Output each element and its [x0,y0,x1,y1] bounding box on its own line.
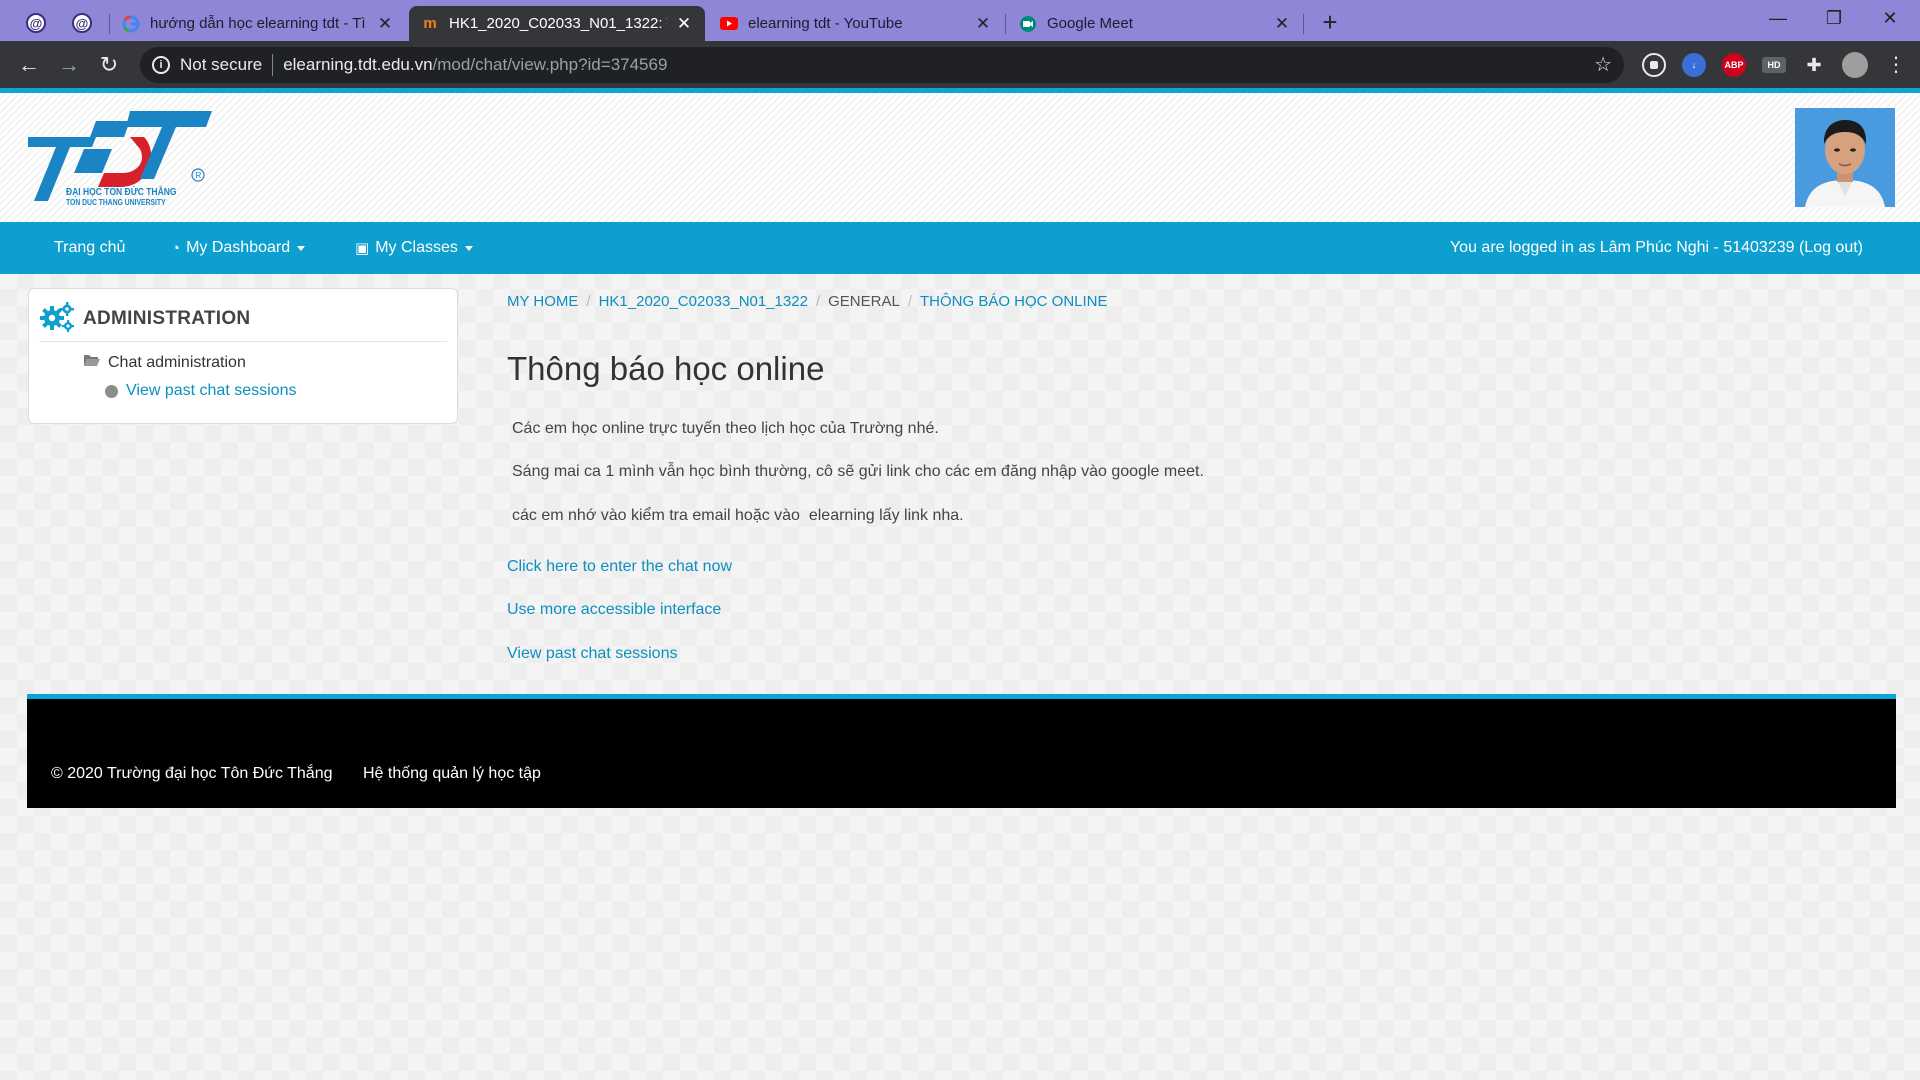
close-tab-icon[interactable]: ✕ [974,14,992,34]
tab-title: hướng dẫn học elearning tdt - Tì [150,15,366,32]
forward-arrow-icon[interactable]: → [53,49,85,81]
new-tab-button[interactable]: + [1314,7,1346,39]
browser-tab[interactable]: hướng dẫn học elearning tdt - Tì ✕ [110,6,406,41]
info-icon[interactable]: i [152,56,170,74]
login-info[interactable]: You are logged in as Lâm Phúc Nghi - 514… [1450,222,1863,274]
site-header: R ĐẠI HỌC TÔN ĐỨC THẮNG TON DUC THANG UN… [0,93,1920,222]
nav-my-dashboard[interactable]: ◔ My Dashboard [171,222,306,274]
moodle-icon: m [423,15,437,32]
google-icon [122,15,140,33]
view-past-chat-sessions-main-link[interactable]: View past chat sessions [507,645,677,663]
window-close-button[interactable]: ✕ [1864,0,1916,36]
enter-chat-link[interactable]: Click here to enter the chat now [507,558,732,576]
extensions-puzzle-icon[interactable]: ✚ [1802,53,1826,77]
close-tab-icon[interactable]: ✕ [376,14,394,34]
url-path: /mod/chat/view.php?id=374569 [432,55,668,74]
tab-divider [1005,14,1006,34]
browser-tab[interactable]: elearning tdt - YouTube ✕ [708,6,1004,41]
browser-tab[interactable]: Google Meet ✕ [1007,6,1303,41]
accessible-interface-link[interactable]: Use more accessible interface [507,601,721,619]
breadcrumb-divider: / [907,293,912,310]
block-header: ADMINISTRATION [39,297,447,342]
logo-text-vi: ĐẠI HỌC TÔN ĐỨC THẮNG [66,187,177,198]
block-title: ADMINISTRATION [83,308,251,329]
address-divider [272,54,274,76]
logo-text-en: TON DUC THANG UNIVERSITY [66,198,166,207]
breadcrumb-divider: / [586,293,591,310]
breadcrumb-divider: / [815,293,821,310]
browser-toolbar: ← → ↻ i Not secure elearning.tdt.edu.vn /… [0,41,1920,88]
intro-paragraph: Sáng mai ca 1 mình vẫn học bình thường, … [512,463,1204,480]
hd-extension-icon[interactable]: HD [1762,57,1786,73]
browser-tab-active[interactable]: m HK1_2020_C02033_N01_1322: Th ✕ [409,6,705,41]
tab-title: HK1_2020_C02033_N01_1322: Th [449,15,667,32]
restore-button[interactable]: ❐ [1808,0,1860,36]
bullet-icon [105,384,118,398]
browser-tab-strip: @ @ hướng dẫn học elearning tdt - Tì ✕ m… [0,0,1920,41]
cast-extension-icon[interactable] [1642,53,1666,77]
tdt-logo[interactable]: R ĐẠI HỌC TÔN ĐỨC THẮNG TON DUC THANG UN… [26,107,216,211]
main-navbar: Trang chủ ◔ My Dashboard ▣ My Classes Yo… [0,222,1920,274]
caret-down-icon [297,245,306,251]
chat-administration-node[interactable]: Chat administration [83,353,246,372]
tab-title: Google Meet [1047,15,1133,32]
breadcrumb: MY HOME / HK1_2020_C02033_N01_1322 / GEN… [507,293,1108,310]
caret-down-icon [464,245,473,251]
page-title: Thông báo học online [507,350,825,387]
nav-my-classes-label: My Classes [375,239,458,256]
intro-paragraph: Các em học online trực tuyến theo lịch h… [512,420,939,437]
gears-icon [39,301,75,338]
bookmark-star-icon[interactable]: ☆ [1594,52,1612,77]
breadcrumb-course[interactable]: HK1_2020_C02033_N01_1322 [599,293,808,310]
administration-block: ADMINISTRATION Chat administration View … [28,288,458,424]
download-extension-icon[interactable]: ↓ [1682,53,1706,77]
breadcrumb-general: GENERAL [828,293,900,310]
dashboard-icon: ◔ [171,239,181,257]
tab-divider [1303,14,1304,34]
back-arrow-icon[interactable]: ← [13,49,45,81]
tab-title: elearning tdt - YouTube [748,15,903,32]
close-tab-icon[interactable]: ✕ [675,14,693,34]
url-domain: elearning.tdt.edu.vn [283,55,433,74]
footer-system-link[interactable]: Hệ thống quản lý học tập [363,765,541,783]
nav-my-classes[interactable]: ▣ My Classes [355,222,473,274]
intro-paragraph: các em nhớ vào kiểm tra email hoặc vào e… [512,507,964,524]
at-sign-icon: @ [26,13,46,33]
site-footer: © 2020 Trường đại học Tôn Đức Thắng Hệ t… [27,694,1896,808]
svg-text:R: R [196,171,202,180]
nav-my-dashboard-label: My Dashboard [186,239,291,256]
security-label[interactable]: Not secure [180,55,262,75]
reload-icon[interactable]: ↻ [93,49,125,81]
folder-open-icon [83,353,101,372]
pinned-tab[interactable]: @ [63,6,101,40]
view-past-chat-sessions-link[interactable]: View past chat sessions [105,382,296,400]
google-meet-icon [1019,15,1037,33]
minimize-button[interactable]: — [1752,0,1804,36]
footer-copyright: © 2020 Trường đại học Tôn Đức Thắng [51,765,333,782]
view-past-chat-sessions-label: View past chat sessions [126,382,297,399]
breadcrumb-current[interactable]: THÔNG BÁO HỌC ONLINE [920,293,1108,310]
pinned-tab[interactable]: @ [17,6,55,40]
at-sign-icon: @ [72,13,92,33]
close-tab-icon[interactable]: ✕ [1273,14,1291,34]
profile-avatar-icon[interactable] [1842,52,1868,78]
chat-administration-label: Chat administration [108,353,246,371]
browser-menu-icon[interactable]: ⋮ [1880,49,1912,81]
address-bar[interactable]: i Not secure elearning.tdt.edu.vn/mod/ch… [140,47,1624,83]
user-avatar[interactable] [1795,108,1895,207]
briefcase-icon: ▣ [355,240,370,257]
adblock-plus-icon[interactable]: ABP [1722,53,1746,77]
nav-home[interactable]: Trang chủ [54,222,125,274]
youtube-icon [720,15,738,33]
breadcrumb-my-home[interactable]: MY HOME [507,293,578,310]
